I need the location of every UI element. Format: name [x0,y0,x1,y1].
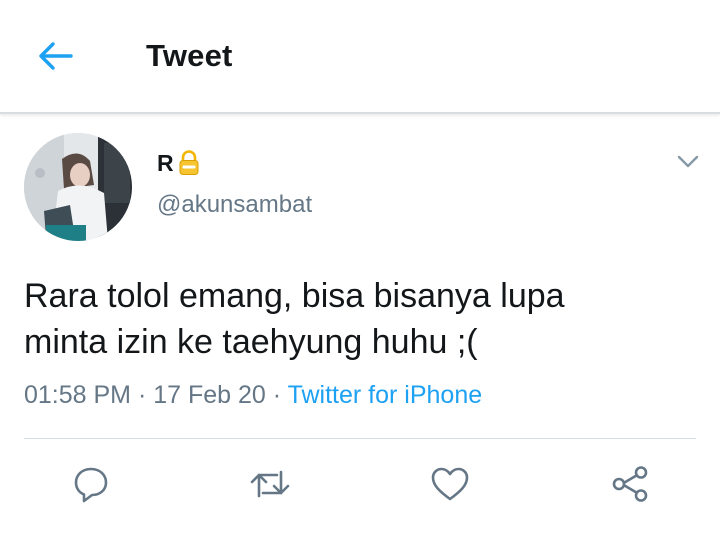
retweet-icon [248,464,292,509]
tweet-meta: 01:58 PM · 17 Feb 20 · Twitter for iPhon… [24,381,482,410]
tweet-time: 01:58 PM [24,381,132,409]
tweet-text: Rara tolol emang, bisa bisanya lupa mint… [24,273,694,365]
user-handle[interactable]: @akunsambat [157,191,312,219]
back-button[interactable] [30,36,80,80]
tweet-text-line: minta izin ke taehyung huhu ;( [24,323,478,361]
like-button[interactable] [426,464,474,508]
retweet-button[interactable] [246,464,294,508]
app-header: Tweet [0,0,720,114]
reply-icon [71,464,111,509]
share-icon [610,464,650,509]
avatar[interactable] [24,133,132,241]
tweet-source-link[interactable]: Twitter for iPhone [288,381,483,409]
tweet-text-line: Rara tolol emang, bisa bisanya lupa [24,277,565,315]
heart-icon [429,464,471,509]
chevron-down-icon [676,153,700,174]
tweet-menu-button[interactable] [673,150,703,176]
share-button[interactable] [606,464,654,508]
meta-separator: · [265,381,288,409]
page-title: Tweet [146,38,233,73]
display-name-row: R [157,148,200,178]
reply-button[interactable] [67,464,115,508]
arrow-left-icon [37,40,73,77]
meta-separator: · [131,381,154,409]
tweet-date: 17 Feb 20 [153,381,266,409]
display-name[interactable]: R [157,150,174,177]
divider [24,438,696,439]
lock-icon [178,150,200,176]
